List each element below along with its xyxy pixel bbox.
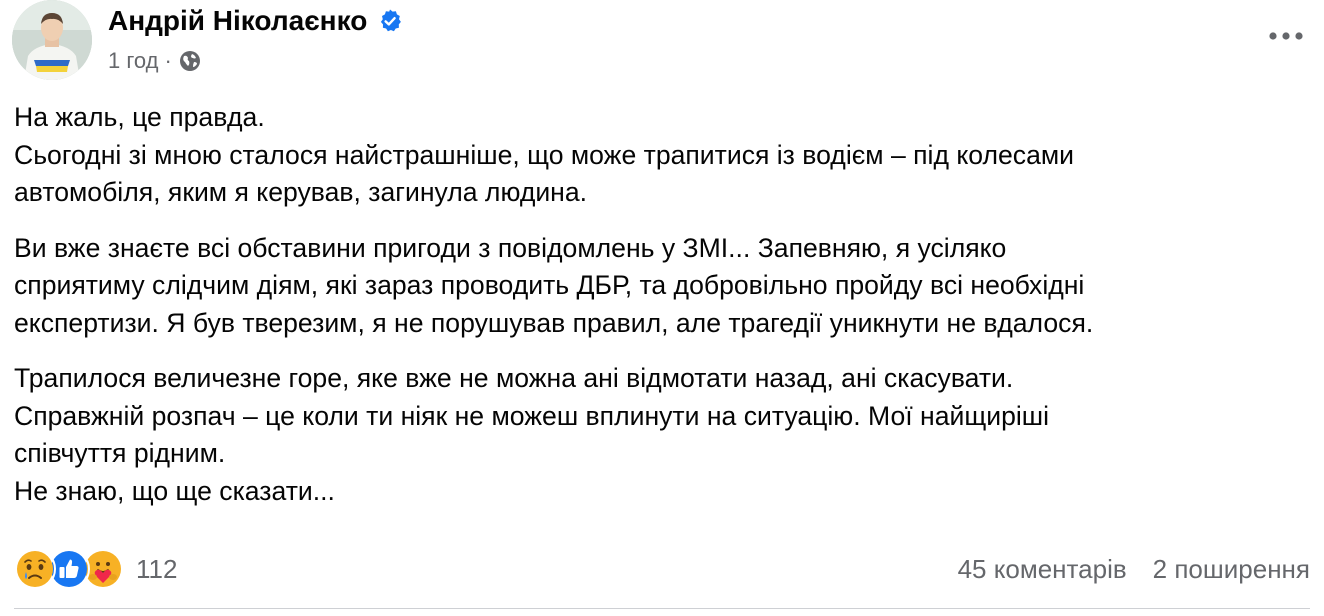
- post-paragraph-3: Трапилося величезне горе, яке вже не мож…: [14, 360, 1310, 510]
- text-line: На жаль, це правда.: [14, 102, 265, 132]
- author-name-text[interactable]: Андрій Ніколаєнко: [108, 4, 367, 38]
- text-line: сприятиму слідчим діям, які зараз провод…: [14, 270, 1085, 300]
- post-meta: 1 год ·: [108, 46, 202, 76]
- sad-reaction-icon: [14, 548, 56, 590]
- reaction-count[interactable]: 112: [136, 554, 177, 585]
- post-footer: 112 45 коментарів 2 поширення: [14, 546, 1310, 592]
- facebook-post: Андрій Ніколаєнко 1 год · На жаль, це пр…: [0, 0, 1324, 616]
- globe-icon[interactable]: [178, 49, 202, 73]
- text-line: автомобіля, яким я керував, загинула люд…: [14, 177, 588, 207]
- avatar-photo: [12, 0, 92, 80]
- post-body: На жаль, це правда. Сьогодні зі мною ста…: [14, 99, 1310, 528]
- comments-count-link[interactable]: 45 коментарів: [958, 554, 1127, 585]
- post-header: Андрій Ніколаєнко 1 год ·: [12, 0, 1312, 84]
- post-time[interactable]: 1 год: [108, 46, 158, 76]
- engagement-counts: 45 коментарів 2 поширення: [958, 546, 1310, 592]
- verified-badge-icon: [377, 8, 403, 34]
- shares-count-link[interactable]: 2 поширення: [1153, 554, 1310, 585]
- post-paragraph-2: Ви вже знаєте всі обставини пригоди з по…: [14, 230, 1310, 343]
- author-name[interactable]: Андрій Ніколаєнко: [108, 4, 403, 38]
- text-line: Трапилося величезне горе, яке вже не мож…: [14, 363, 1014, 393]
- text-line: співчуття рідним.: [14, 438, 226, 468]
- reactions-summary[interactable]: 112: [14, 546, 177, 592]
- text-line: Сьогодні зі мною сталося найстрашніше, щ…: [14, 139, 1075, 170]
- more-options-button[interactable]: [1260, 16, 1312, 56]
- more-dots-icon: [1269, 32, 1303, 40]
- text-line: Не знаю, що ще сказати...: [14, 475, 335, 506]
- footer-divider: [14, 608, 1310, 609]
- post-paragraph-1: На жаль, це правда. Сьогодні зі мною ста…: [14, 99, 1310, 212]
- text-line: експертизи. Я був тверезим, я не порушув…: [14, 307, 1094, 338]
- meta-separator: ·: [164, 48, 172, 73]
- text-line: Ви вже знаєте всі обставини пригоди з по…: [14, 232, 1007, 263]
- text-line: Справжній розпач – це коли ти ніяк не мо…: [14, 400, 1050, 431]
- avatar[interactable]: [12, 0, 92, 80]
